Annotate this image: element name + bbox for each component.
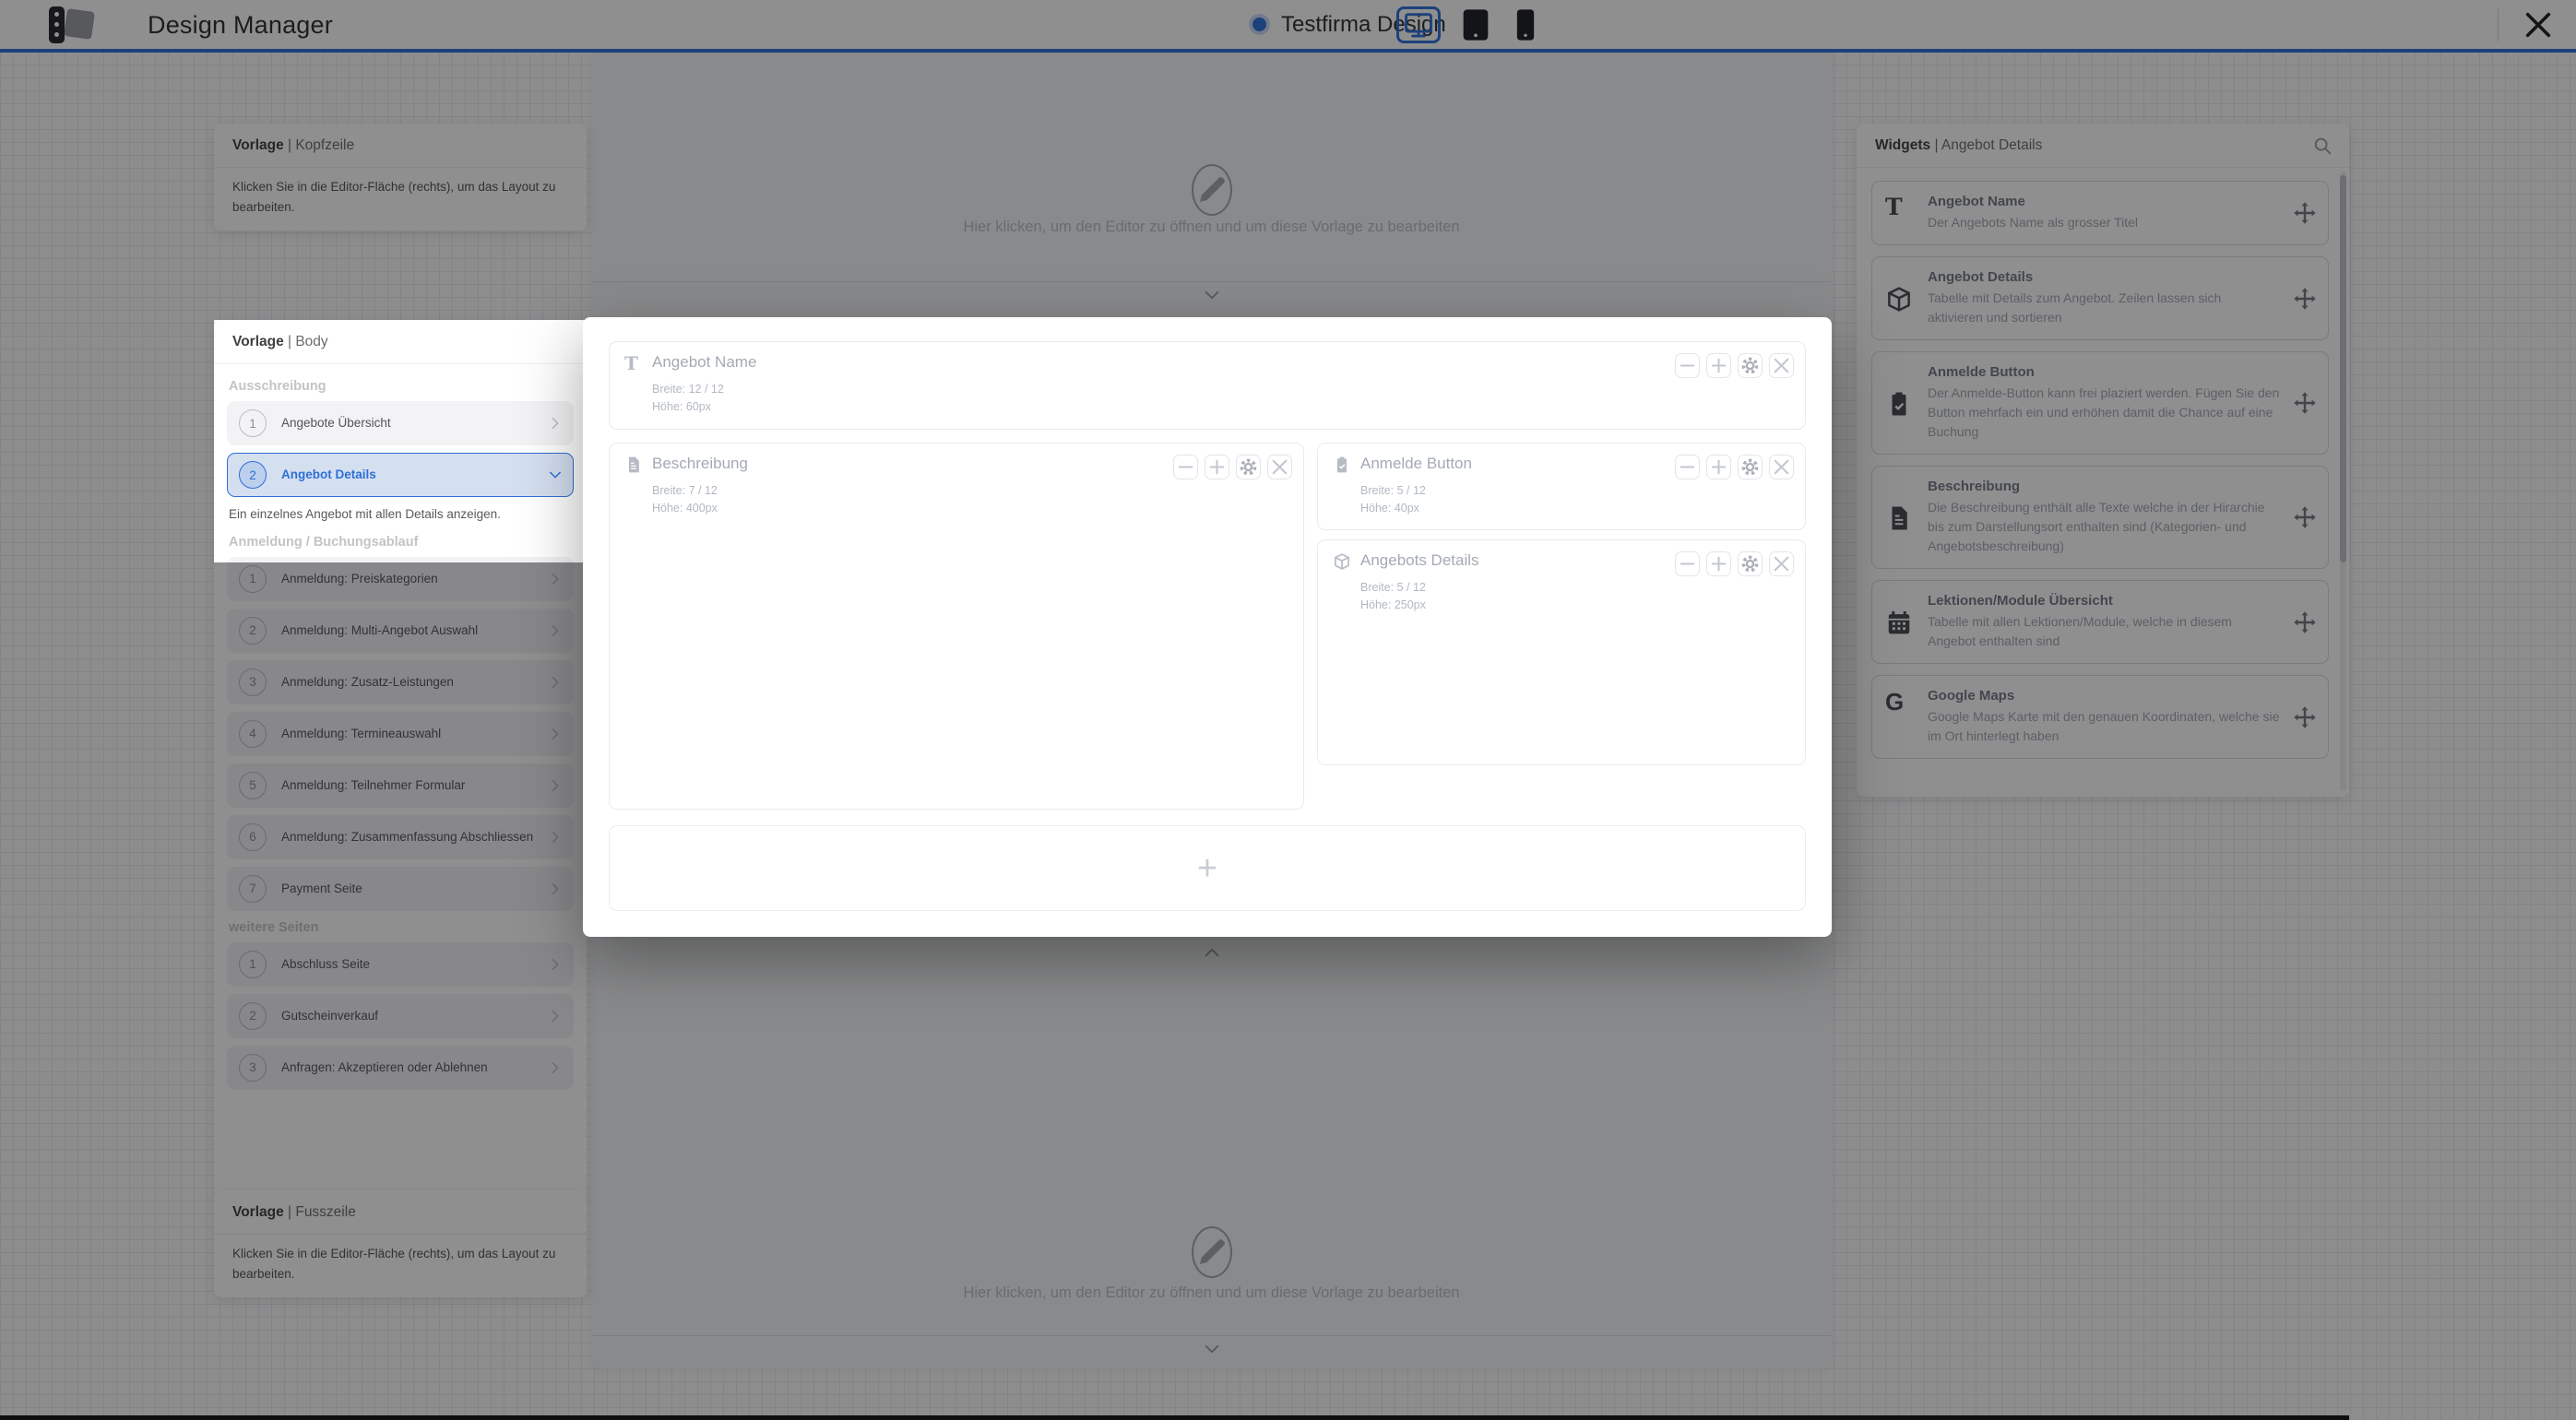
grow-button[interactable] (1706, 353, 1731, 378)
clipboard-check-icon (1333, 456, 1351, 474)
layout-editor-modal: T Angebot Name Breite: 12 / 12 Höhe: 60px B… (583, 317, 1832, 937)
item-number-badge: 2 (239, 461, 267, 489)
add-row-button[interactable]: + (609, 825, 1806, 911)
sidebar-item-angebot-details[interactable]: 2 Angebot Details (227, 453, 574, 497)
widget-width-meta: Breite: 7 / 12 (652, 484, 718, 497)
shrink-button[interactable] (1675, 455, 1700, 479)
sidebar-item-angebote-übersicht[interactable]: 1 Angebote Übersicht (227, 401, 574, 445)
layout-widget-anmelde-button[interactable]: Anmelde Button Breite: 5 / 12 Höhe: 40px (1317, 443, 1806, 530)
plus-icon: + (1197, 851, 1217, 886)
section-label: Anmeldung / Buchungsablauf (229, 535, 572, 550)
text-icon: T (624, 354, 643, 373)
chevron-down-icon (547, 467, 564, 483)
grow-button[interactable] (1205, 455, 1229, 479)
layout-widget-angebot-name[interactable]: T Angebot Name Breite: 12 / 12 Höhe: 60px (609, 341, 1806, 430)
item-label: Angebote Übersicht (281, 414, 391, 432)
panel-title: Vorlage | Body (214, 320, 587, 364)
widget-controls (1675, 353, 1794, 378)
layout-widget-beschreibung[interactable]: Beschreibung Breite: 7 / 12 Höhe: 400px (609, 443, 1304, 810)
panel-title-name: | Body (288, 334, 328, 349)
settings-button[interactable] (1738, 455, 1763, 479)
remove-button[interactable] (1769, 551, 1794, 576)
widget-width-meta: Breite: 5 / 12 (1360, 581, 1426, 594)
chevron-right-icon (547, 415, 564, 432)
widget-controls (1675, 455, 1794, 479)
dim-overlay (0, 320, 214, 1420)
selected-page-description: Ein einzelnes Angebot mit allen Details … (229, 504, 572, 526)
widget-controls (1173, 455, 1292, 479)
widget-height-meta: Höhe: 60px (652, 400, 711, 413)
panel-title-prefix: Vorlage (232, 334, 284, 349)
document-icon (624, 456, 643, 474)
widget-controls (1675, 551, 1794, 576)
section-label: Ausschreibung (229, 379, 572, 394)
dim-overlay (214, 562, 587, 1420)
grow-button[interactable] (1706, 551, 1731, 576)
item-number-badge: 1 (239, 409, 267, 437)
remove-button[interactable] (1769, 455, 1794, 479)
widget-height-meta: Höhe: 40px (1360, 502, 1419, 515)
widget-width-meta: Breite: 12 / 12 (652, 383, 724, 396)
widget-title: Angebots Details (1360, 551, 1479, 570)
remove-button[interactable] (1769, 353, 1794, 378)
shrink-button[interactable] (1173, 455, 1198, 479)
shrink-button[interactable] (1675, 353, 1700, 378)
shrink-button[interactable] (1675, 551, 1700, 576)
layout-widget-angebots-details[interactable]: Angebots Details Breite: 5 / 12 Höhe: 250p… (1317, 539, 1806, 765)
remove-button[interactable] (1267, 455, 1292, 479)
widget-title: Angebot Name (652, 353, 756, 372)
widget-height-meta: Höhe: 400px (652, 502, 718, 515)
widget-height-meta: Höhe: 250px (1360, 598, 1426, 611)
settings-button[interactable] (1236, 455, 1261, 479)
grow-button[interactable] (1706, 455, 1731, 479)
settings-button[interactable] (1738, 353, 1763, 378)
widget-title: Anmelde Button (1360, 455, 1472, 473)
design-manager-app: Hier klicken, um den Editor zu öffnen un… (0, 0, 2576, 1420)
widget-width-meta: Breite: 5 / 12 (1360, 484, 1426, 497)
settings-button[interactable] (1738, 551, 1763, 576)
widget-title: Beschreibung (652, 455, 748, 473)
dim-overlay (0, 0, 2576, 320)
item-label: Angebot Details (281, 466, 376, 484)
package-icon (1333, 552, 1351, 571)
